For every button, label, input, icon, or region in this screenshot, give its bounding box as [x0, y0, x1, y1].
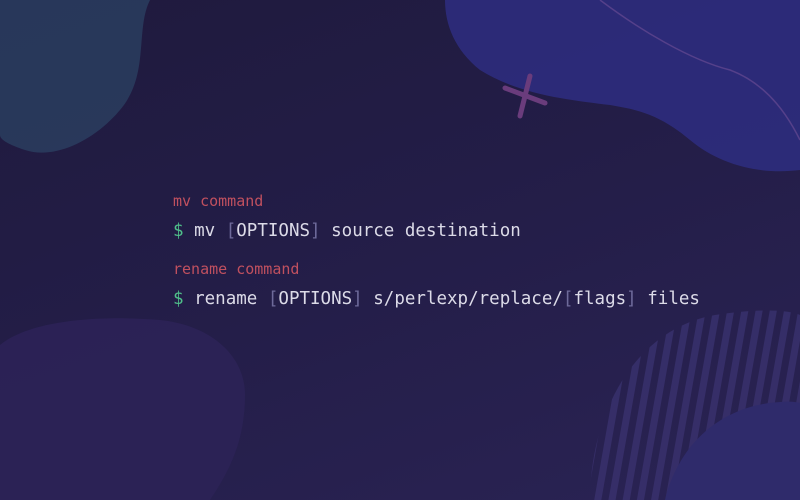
blob-top-left	[0, 0, 150, 153]
bracket-open: [	[562, 289, 574, 309]
flags-placeholder: flags	[573, 289, 627, 309]
bracket-close: ]	[352, 289, 363, 309]
options-placeholder: OPTIONS	[278, 289, 353, 309]
bracket-close: ]	[310, 221, 321, 241]
bracket-open: [	[225, 221, 237, 241]
rename-command-line: $ rename [OPTIONS] s/perlexp/replace/[fl…	[173, 286, 700, 312]
bracket-close: ]	[626, 289, 637, 309]
prompt-symbol: $	[173, 289, 184, 309]
rename-comment: rename command	[173, 260, 300, 278]
mv-command-line: $ mv [OPTIONS] source destination	[173, 218, 700, 244]
options-placeholder: OPTIONS	[236, 221, 311, 241]
command-args: source destination	[331, 221, 521, 241]
blob-bottom-left	[0, 318, 245, 500]
command-name: rename	[194, 289, 258, 309]
command-args: files	[647, 289, 700, 309]
perl-expression: s/perlexp/replace/	[373, 289, 563, 309]
mv-comment: mv command	[173, 192, 264, 210]
terminal-illustration: mv command $ mv [OPTIONS] source destina…	[0, 0, 800, 500]
blob-top-right	[445, 0, 800, 172]
command-name: mv	[194, 221, 216, 241]
prompt-symbol: $	[173, 221, 184, 241]
code-block: mv command $ mv [OPTIONS] source destina…	[173, 190, 700, 312]
bracket-open: [	[267, 289, 279, 309]
